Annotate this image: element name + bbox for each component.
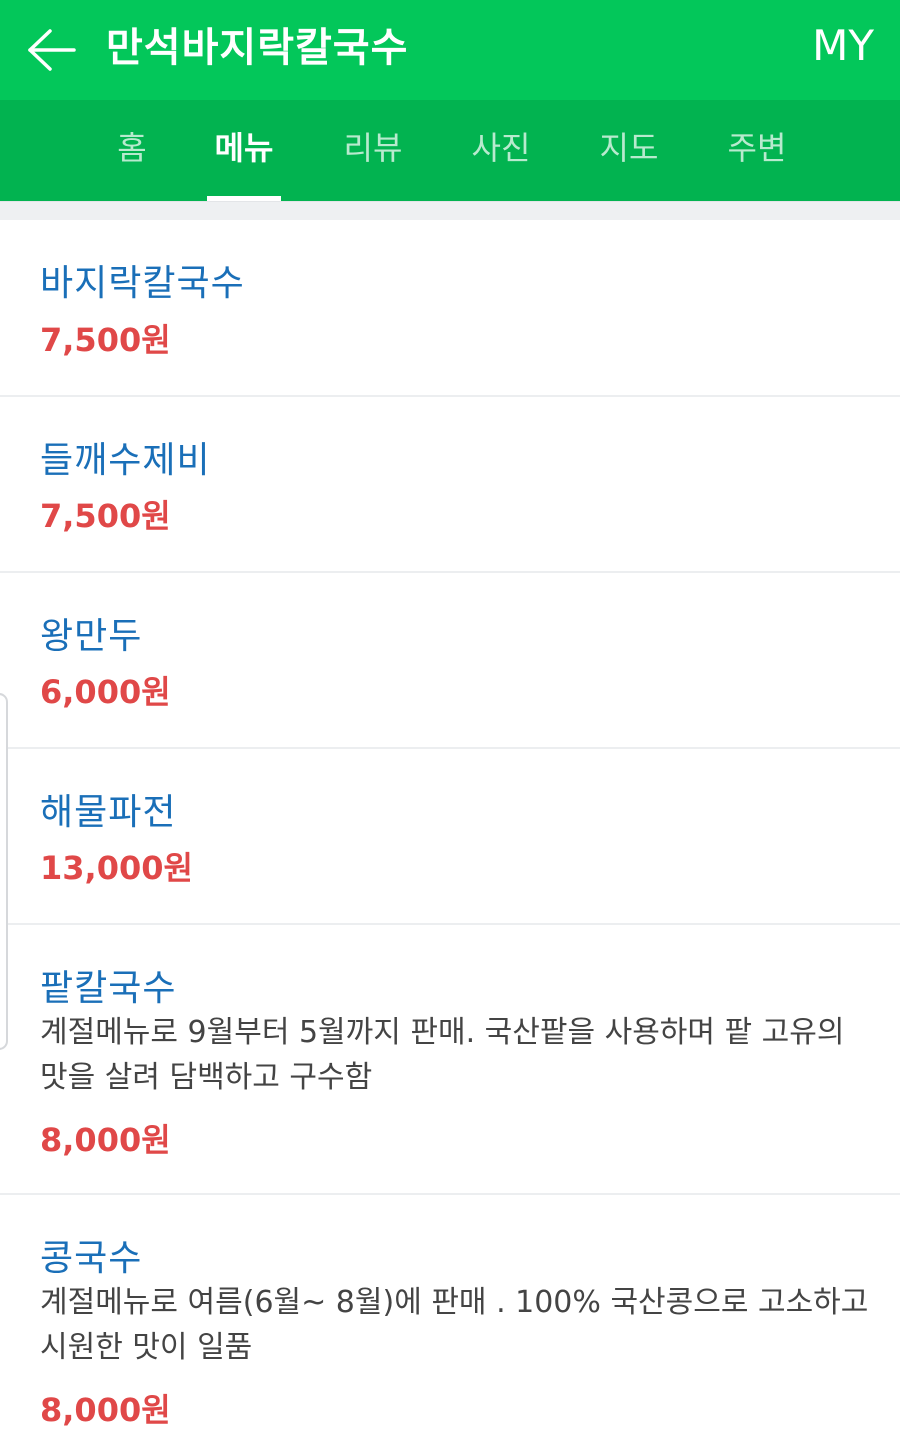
menu-item-price: 13,000원 [40, 849, 193, 887]
edge-panel-handle[interactable] [0, 693, 8, 1050]
tab-bar: 홈 메뉴 리뷰 사진 지도 주변 [0, 100, 900, 201]
arrow-left-icon [28, 29, 76, 71]
menu-item-description: 계절메뉴로 여름(6월~ 8월)에 판매 . 100% 국산콩으로 고소하고 시… [40, 1285, 869, 1365]
menu-item-name: 팥칼국수 [40, 968, 177, 1009]
top-header: 만석바지락칼국수 MY [0, 0, 900, 100]
menu-item[interactable]: 바지락칼국수 7,500원 [0, 220, 900, 397]
menu-item-name: 해물파전 [40, 792, 177, 833]
menu-item-name: 왕만두 [40, 616, 143, 657]
menu-item[interactable]: 콩국수 계절메뉴로 여름(6월~ 8월)에 판매 . 100% 국산콩으로 고소… [0, 1195, 900, 1455]
app-screen: 만석바지락칼국수 MY 홈 메뉴 리뷰 사진 지도 주변 바지락칼국수 7,50… [0, 0, 900, 1455]
menu-item-price: 8,000원 [40, 1391, 171, 1429]
tab-review[interactable]: 리뷰 [333, 100, 413, 201]
menu-item[interactable]: 왕만두 6,000원 [0, 573, 900, 749]
my-button[interactable]: MY [812, 0, 874, 100]
menu-item-price: 8,000원 [40, 1121, 171, 1159]
tab-home[interactable]: 홈 [102, 100, 162, 201]
tab-menu[interactable]: 메뉴 [204, 100, 284, 201]
tab-nearby[interactable]: 주변 [717, 100, 797, 201]
menu-item-name: 콩국수 [40, 1238, 143, 1279]
tab-photo[interactable]: 사진 [461, 100, 541, 201]
page-title: 만석바지락칼국수 [106, 25, 409, 71]
menu-item-description: 계절메뉴로 9월부터 5월까지 판매. 국산팥을 사용하며 팥 고유의 맛을 살… [40, 1015, 845, 1095]
section-divider [0, 201, 900, 220]
menu-item-price: 7,500원 [40, 497, 171, 535]
menu-item[interactable]: 팥칼국수 계절메뉴로 9월부터 5월까지 판매. 국산팥을 사용하며 팥 고유의… [0, 925, 900, 1195]
back-button[interactable] [22, 22, 82, 78]
menu-item-price: 6,000원 [40, 673, 171, 711]
menu-item[interactable]: 들깨수제비 7,500원 [0, 397, 900, 573]
menu-item-name: 바지락칼국수 [40, 263, 245, 304]
menu-item-price: 7,500원 [40, 321, 171, 359]
menu-item-name: 들깨수제비 [40, 440, 211, 481]
menu-item[interactable]: 해물파전 13,000원 [0, 749, 900, 925]
tab-map[interactable]: 지도 [589, 100, 669, 201]
